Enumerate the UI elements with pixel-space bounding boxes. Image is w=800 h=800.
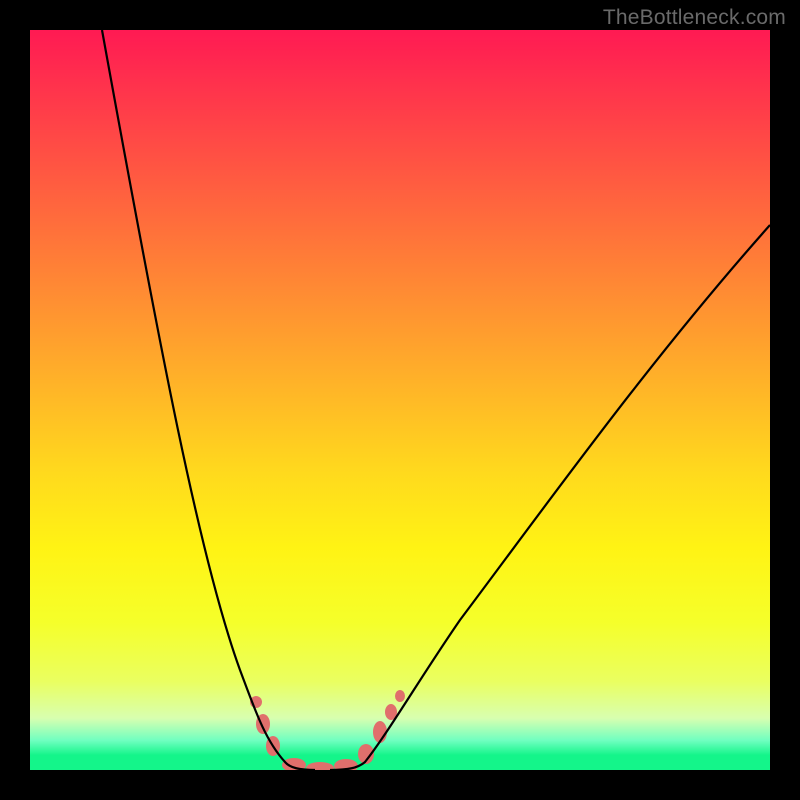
chart-svg bbox=[30, 30, 770, 770]
watermark-text: TheBottleneck.com bbox=[603, 6, 786, 30]
curve-left bbox=[102, 30, 315, 770]
curve-marker bbox=[306, 762, 334, 770]
marker-group bbox=[250, 690, 405, 770]
curve-marker bbox=[395, 690, 405, 702]
curve-right bbox=[330, 225, 770, 770]
